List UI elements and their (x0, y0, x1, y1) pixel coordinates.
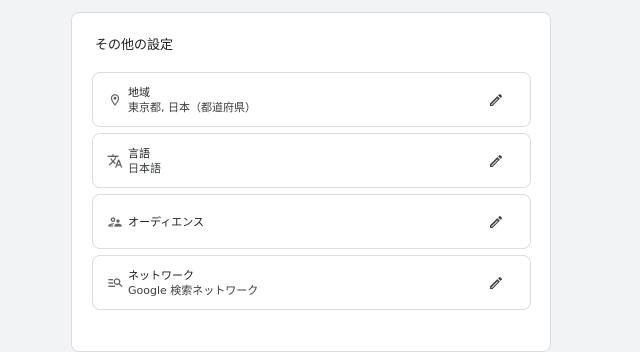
setting-text: 言語 日本語 (128, 146, 161, 176)
setting-text: ネットワーク Google 検索ネットワーク (128, 268, 258, 298)
pencil-icon (490, 93, 503, 106)
edit-network-button[interactable] (484, 271, 508, 295)
setting-value: 日本語 (128, 161, 161, 175)
setting-label: オーディエンス (128, 215, 205, 228)
setting-value: Google 検索ネットワーク (128, 283, 259, 297)
edit-location-button[interactable] (484, 88, 508, 112)
setting-row-location[interactable]: 地域 東京都, 日本（都道府県） (92, 72, 531, 127)
location-pin-icon (106, 91, 124, 109)
setting-value: 東京都, 日本（都道府県） (128, 100, 256, 114)
setting-row-network[interactable]: ネットワーク Google 検索ネットワーク (92, 255, 531, 310)
audience-people-icon (106, 213, 124, 231)
setting-row-language[interactable]: 言語 日本語 (92, 133, 531, 188)
setting-row-audience[interactable]: オーディエンス (92, 194, 531, 249)
setting-label: ネットワーク (128, 268, 194, 282)
other-settings-panel: その他の設定 地域 東京都, 日本（都道府県） 言語 日本語 オーディエンス ネ… (71, 12, 551, 352)
section-title: その他の設定 (95, 38, 174, 53)
pencil-icon (490, 154, 503, 167)
translate-icon (106, 152, 124, 170)
network-search-icon (106, 274, 124, 292)
pencil-icon (490, 276, 503, 289)
pencil-icon (490, 215, 503, 228)
edit-audience-button[interactable] (484, 210, 508, 234)
setting-text: オーディエンス (128, 214, 204, 229)
setting-label: 地域 (128, 85, 150, 99)
setting-text: 地域 東京都, 日本（都道府県） (128, 85, 256, 115)
edit-language-button[interactable] (484, 149, 508, 173)
setting-label: 言語 (128, 146, 150, 160)
